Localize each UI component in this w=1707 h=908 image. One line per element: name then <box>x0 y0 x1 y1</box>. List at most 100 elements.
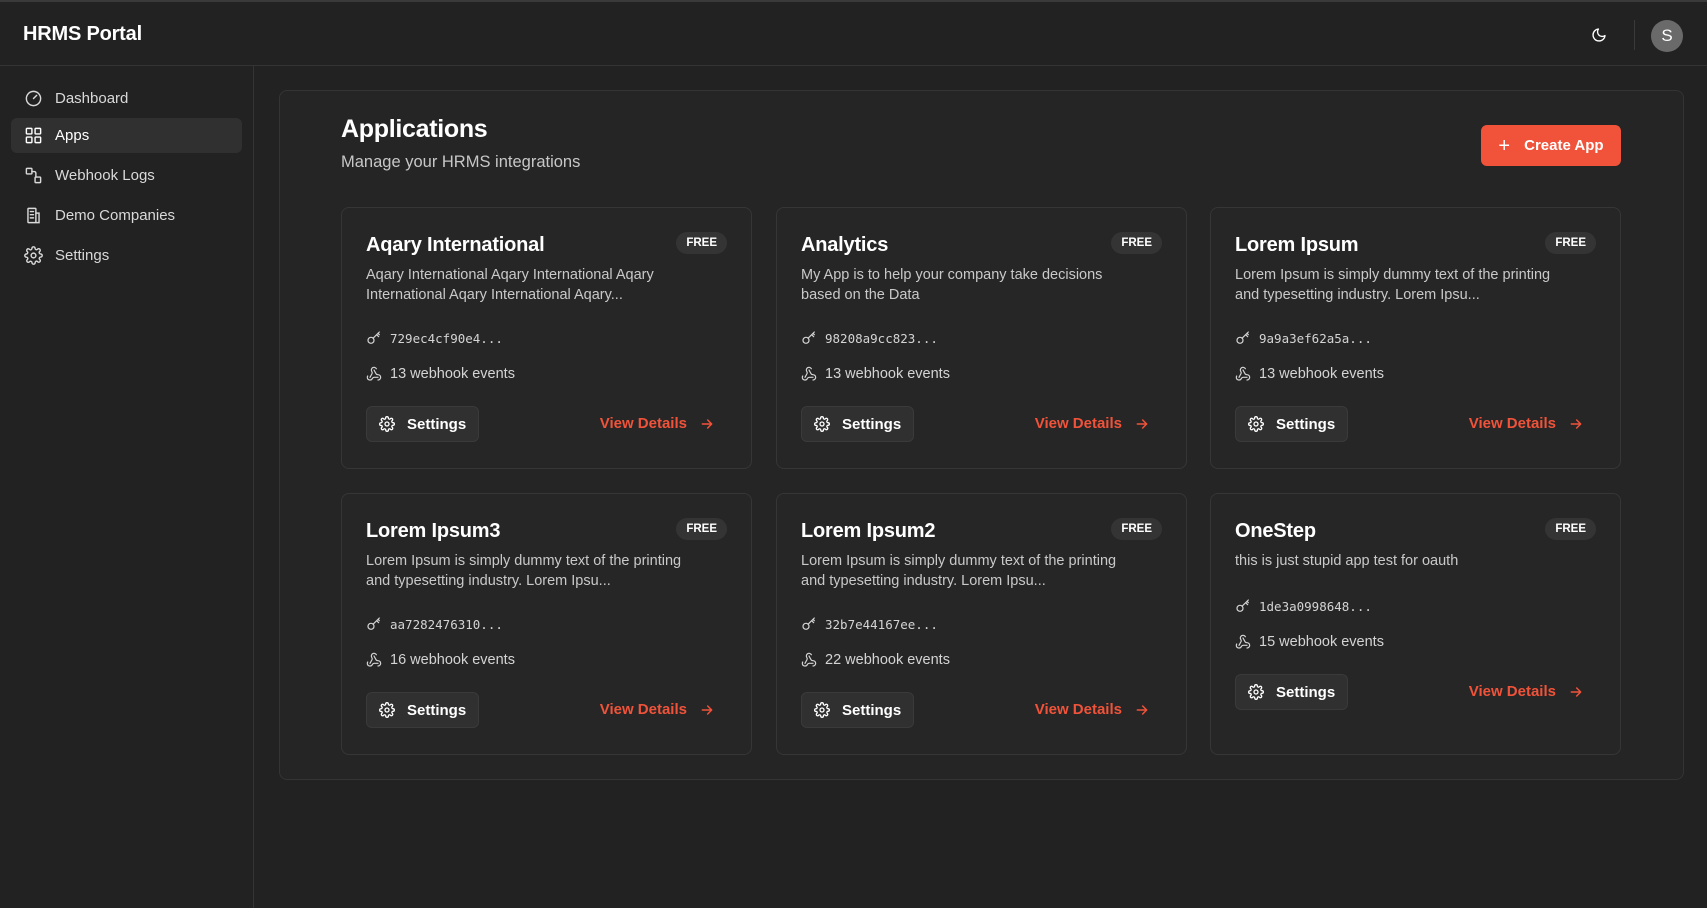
app-settings-button[interactable]: Settings <box>1235 406 1348 442</box>
key-icon <box>801 330 817 346</box>
app-card[interactable]: Lorem Ipsum3 FREE Lorem Ipsum is simply du… <box>341 493 752 755</box>
webhook-icon <box>366 366 382 382</box>
plan-badge: FREE <box>1545 232 1596 254</box>
app-card-title: Lorem Ipsum3 <box>366 520 501 542</box>
webhook-events-count: 16 webhook events <box>390 652 515 668</box>
sidebar-item-demo-companies[interactable]: Demo Companies <box>11 198 242 233</box>
webhook-events-row: 22 webhook events <box>801 652 950 668</box>
view-details-link[interactable]: View Details <box>1469 415 1584 432</box>
app-card-description: Lorem Ipsum is simply dummy text of the … <box>801 553 1117 589</box>
key-icon <box>366 616 382 632</box>
api-key-row: 32b7e44167ee... <box>801 616 938 632</box>
plan-badge: FREE <box>1545 518 1596 540</box>
app-card[interactable]: OneStep FREE this is just stupid app test … <box>1210 493 1621 755</box>
sidebar: Dashboard Apps Webhook Logs Demo Compani… <box>0 66 254 908</box>
sidebar-item-apps[interactable]: Apps <box>11 118 242 153</box>
app-settings-button[interactable]: Settings <box>366 406 479 442</box>
key-icon <box>366 330 382 346</box>
app-card-title: Lorem Ipsum <box>1235 234 1359 256</box>
sidebar-item-label: Dashboard <box>55 90 129 107</box>
gear-icon <box>379 702 395 718</box>
webhook-events-row: 16 webhook events <box>366 652 515 668</box>
webhook-icon <box>801 366 817 382</box>
page-title: Applications <box>341 115 488 143</box>
webhook-events-row: 13 webhook events <box>1235 366 1384 382</box>
sidebar-item-dashboard[interactable]: Dashboard <box>11 81 242 116</box>
app-settings-button[interactable]: Settings <box>1235 674 1348 710</box>
view-details-label: View Details <box>1034 415 1122 432</box>
sidebar-item-settings[interactable]: Settings <box>11 238 242 273</box>
app-card-description: Lorem Ipsum is simply dummy text of the … <box>1235 267 1551 303</box>
view-details-link[interactable]: View Details <box>1469 683 1584 700</box>
plan-badge: FREE <box>1111 518 1162 540</box>
moon-icon <box>1592 28 1606 42</box>
arrow-right-icon <box>1134 702 1150 718</box>
theme-toggle-button[interactable] <box>1586 22 1612 48</box>
app-card[interactable]: Analytics FREE My App is to help your comp… <box>776 207 1187 469</box>
app-settings-button[interactable]: Settings <box>366 692 479 728</box>
webhook-events-count: 13 webhook events <box>390 366 515 382</box>
arrow-right-icon <box>1568 684 1584 700</box>
arrow-right-icon <box>699 702 715 718</box>
app-card-description: My App is to help your company take deci… <box>801 267 1103 303</box>
app-settings-button[interactable]: Settings <box>801 692 914 728</box>
gear-icon <box>23 246 43 266</box>
view-details-link[interactable]: View Details <box>600 415 715 432</box>
gear-icon <box>1248 684 1264 700</box>
settings-label: Settings <box>842 415 902 433</box>
api-key-value: 1de3a0998648... <box>1259 598 1372 614</box>
webhook-events-row: 13 webhook events <box>366 366 515 382</box>
app-card-description: Lorem Ipsum is simply dummy text of the … <box>366 553 682 589</box>
api-key-value: aa7282476310... <box>390 616 503 632</box>
plus-icon: + <box>1498 134 1511 157</box>
api-key-row: 9a9a3ef62a5a... <box>1235 330 1372 346</box>
brand-title[interactable]: HRMS Portal <box>23 23 142 46</box>
app-card[interactable]: Lorem Ipsum FREE Lorem Ipsum is simply dum… <box>1210 207 1621 469</box>
sidebar-item-label: Apps <box>55 127 90 144</box>
api-key-row: 729ec4cf90e4... <box>366 330 503 346</box>
view-details-link[interactable]: View Details <box>1035 415 1150 432</box>
avatar[interactable]: S <box>1651 20 1683 52</box>
plan-badge: FREE <box>1111 232 1162 254</box>
webhook-events-row: 15 webhook events <box>1235 634 1384 650</box>
view-details-link[interactable]: View Details <box>600 701 715 718</box>
view-details-label: View Details <box>1468 415 1556 432</box>
plan-badge: FREE <box>676 518 727 540</box>
api-key-row: 1de3a0998648... <box>1235 598 1372 614</box>
key-icon <box>1235 598 1251 614</box>
app-card[interactable]: Lorem Ipsum2 FREE Lorem Ipsum is simply du… <box>776 493 1187 755</box>
settings-label: Settings <box>1276 415 1336 433</box>
app-card-title: OneStep <box>1235 520 1316 542</box>
sidebar-item-label: Settings <box>55 247 110 264</box>
gear-icon <box>814 702 830 718</box>
arrow-right-icon <box>1568 416 1584 432</box>
create-app-label: Create App <box>1524 137 1604 154</box>
sidebar-item-label: Demo Companies <box>55 207 176 224</box>
gear-icon <box>814 416 830 432</box>
arrow-right-icon <box>699 416 715 432</box>
webhook-events-count: 13 webhook events <box>825 366 950 382</box>
app-card-title: Aqary International <box>366 234 545 256</box>
gauge-icon <box>23 89 43 109</box>
app-card-title: Analytics <box>801 234 889 256</box>
webhook-events-count: 22 webhook events <box>825 652 950 668</box>
key-icon <box>801 616 817 632</box>
sidebar-item-webhook-logs[interactable]: Webhook Logs <box>11 158 242 193</box>
api-key-value: 98208a9cc823... <box>825 330 938 346</box>
app-card-description: this is just stupid app test for oauth <box>1235 553 1459 569</box>
app-card[interactable]: Aqary International FREE Aqary Internation… <box>341 207 752 469</box>
view-details-label: View Details <box>599 701 687 718</box>
webhook-events-row: 13 webhook events <box>801 366 950 382</box>
top-bar: HRMS Portal S <box>0 0 1707 66</box>
gear-icon <box>1248 416 1264 432</box>
api-key-row: aa7282476310... <box>366 616 503 632</box>
header-divider <box>1634 20 1635 50</box>
create-app-button[interactable]: + Create App <box>1481 125 1621 166</box>
settings-label: Settings <box>1276 683 1336 701</box>
grid-icon <box>23 126 43 146</box>
settings-label: Settings <box>407 701 467 719</box>
app-settings-button[interactable]: Settings <box>801 406 914 442</box>
view-details-link[interactable]: View Details <box>1035 701 1150 718</box>
key-icon <box>1235 330 1251 346</box>
arrow-right-icon <box>1134 416 1150 432</box>
